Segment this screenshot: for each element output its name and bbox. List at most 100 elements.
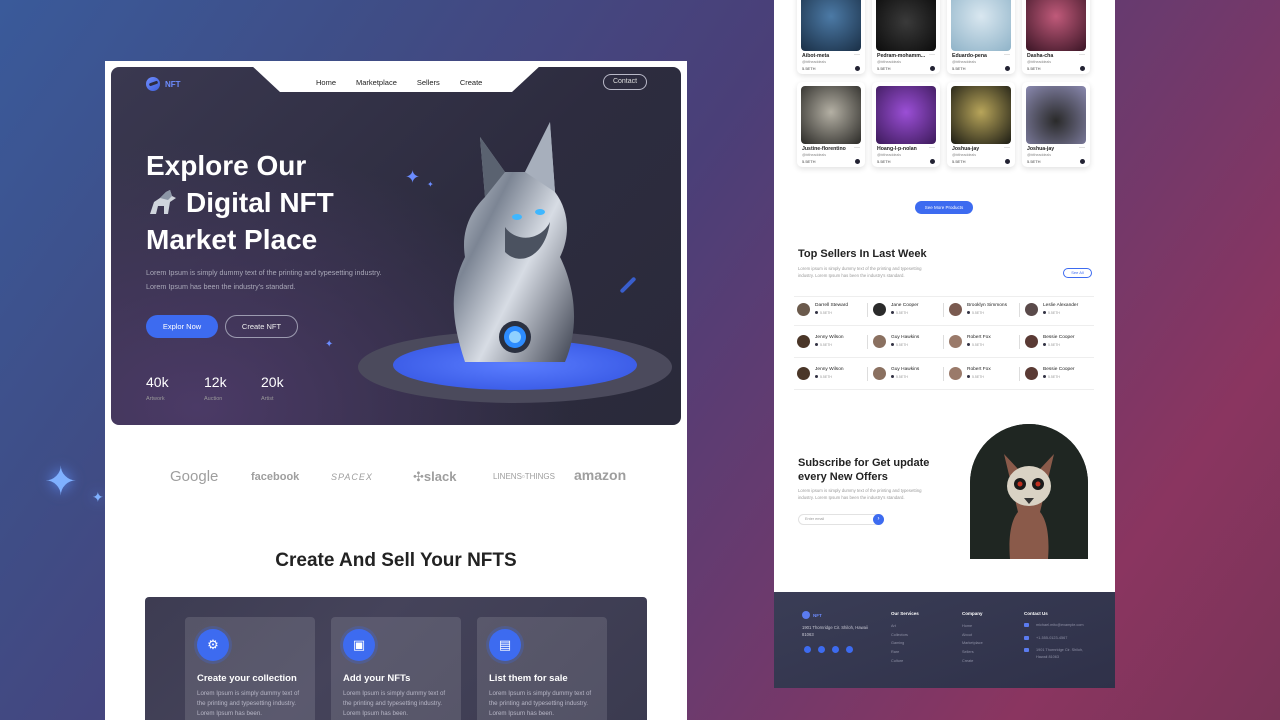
eth-icon [930,159,935,164]
seller-item[interactable]: Guy Hawkins 5.5ETH [873,364,948,384]
nft-image [1026,86,1086,144]
create-nft-button[interactable]: Create NFT [225,315,298,338]
footer-location: 1901 Thornridge Cir. Shiloh, Hawaii 8106… [1024,647,1094,660]
step-card-list-for-sale[interactable]: ▤ List them for sale Lorem Ipsum is simp… [477,617,607,720]
see-all-button[interactable]: See All [1063,268,1092,278]
divider [867,367,868,381]
nft-card[interactable]: Joshua-jay ··· @bitheaddeals 5.5ETH [1022,82,1090,167]
nav-create[interactable]: Create [460,78,483,87]
nft-card[interactable]: Justine-florentino ··· @bitheaddeals 5.5E… [797,82,865,167]
stat-label: Artist [261,396,274,402]
nft-card[interactable]: Aibot-meta ··· @bitheaddeals 5.5ETH [797,0,865,74]
seller-item[interactable]: Guy Hawkins 5.5ETH [873,332,948,352]
nft-handle: @bitheaddeals [952,60,977,64]
more-options-icon[interactable]: ··· [929,145,935,151]
step-card-title: List them for sale [489,673,568,684]
seller-item[interactable]: Darrell Steward 5.5ETH [797,300,872,320]
more-options-icon[interactable]: ··· [1079,145,1085,151]
hero-title-line: Explore Our [146,150,307,181]
seller-eth: 5.5ETH [1043,311,1060,315]
logo-text: NFT [165,79,181,89]
more-options-icon[interactable]: ··· [854,145,860,151]
seller-name: Brooklyn Simmons [967,303,1007,308]
footer-column-title: Company [962,611,983,616]
divider [1019,335,1020,349]
footer-link[interactable]: Sellers [962,648,983,657]
nft-image [951,86,1011,144]
nav-marketplace[interactable]: Marketplace [356,78,397,87]
footer-link[interactable]: Create [962,657,983,666]
seller-item[interactable]: Jenny Wilson 5.5ETH [797,332,872,352]
seller-item[interactable]: Robert Fox 5.5ETH [949,364,1024,384]
nft-handle: @bitheaddeals [1027,153,1052,157]
more-options-icon[interactable]: ··· [929,52,935,58]
footer-email[interactable]: michael.mitc@example.com [1024,622,1094,629]
footer-link[interactable]: Home [962,622,983,631]
image-add-icon: ▣ [343,629,375,661]
seller-item[interactable]: Bessie Cooper 5.5ETH [1025,332,1100,352]
step-card-title: Add your NFTs [343,673,411,684]
nft-card[interactable]: Joshua-jay ··· @bitheaddeals 5.5ETH [947,82,1015,167]
footer-phone[interactable]: +1-555-0123-4567 [1024,635,1094,642]
more-options-icon[interactable]: ··· [1004,52,1010,58]
nft-price: 5.5ETH [802,159,816,164]
step-card-collection[interactable]: ⚙ Create your collection Lorem Ipsum is … [185,617,315,720]
logo-icon [802,611,810,619]
see-more-products-button[interactable]: See More Products [915,201,973,214]
nav-home[interactable]: Home [316,78,336,87]
nft-name: Eduardo-pena [952,53,987,59]
google-logo: Google [170,468,219,485]
nft-name: Pedram-mohamm... [877,53,926,59]
divider [867,335,868,349]
nft-card[interactable]: Dasha-cha ··· @bitheaddeals 5.5ETH [1022,0,1090,74]
seller-name: Guy Hawkins [891,335,920,340]
collection-icon: ⚙ [197,629,229,661]
slack-icon: ✣ [413,469,424,484]
seller-item[interactable]: Robert Fox 5.5ETH [949,332,1024,352]
footer-link[interactable]: Art [891,622,919,631]
twitter-icon[interactable] [818,646,825,653]
arrow-right-icon[interactable]: › [873,514,884,525]
steps-panel: ⚙ Create your collection Lorem Ipsum is … [145,597,647,720]
top-sellers-subtitle: Lorem ipsum is simply dummy text of the … [798,266,922,278]
nft-card[interactable]: Hoang-l-p-nolan ··· @bitheaddeals 5.5ETH [872,82,940,167]
seller-item[interactable]: Jane Cooper 5.5ETH [873,300,948,320]
brand-logo[interactable]: NFT [146,77,181,91]
seller-item[interactable]: Jenny Wilson 5.5ETH [797,364,872,384]
more-options-icon[interactable]: ··· [854,52,860,58]
facebook-icon[interactable] [804,646,811,653]
explore-now-button[interactable]: Explor Now [146,315,218,338]
more-options-icon[interactable]: ··· [1079,52,1085,58]
contact-button[interactable]: Contact [603,74,647,90]
footer-logo[interactable]: NFT [802,611,822,619]
nav-sellers[interactable]: Sellers [417,78,440,87]
footer: NFT 1901 Thornridge Cir. Shiloh, Hawaii … [774,592,1115,688]
seller-item[interactable]: Leslie Alexander 5.5ETH [1025,300,1100,320]
footer-link[interactable]: Culture [891,657,919,666]
instagram-icon[interactable] [846,646,853,653]
stat-label: Auction [204,396,223,402]
seller-item[interactable]: Bessie Cooper 5.5ETH [1025,364,1100,384]
footer-link[interactable]: About [962,631,983,640]
email-input[interactable]: Enter email › [798,514,884,525]
seller-name: Bessie Cooper [1043,367,1075,372]
seller-item[interactable]: Brooklyn Simmons 5.5ETH [949,300,1024,320]
linkedin-icon[interactable] [832,646,839,653]
nft-card[interactable]: Eduardo-pena ··· @bitheaddeals 5.5ETH [947,0,1015,74]
footer-link[interactable]: Rare [891,648,919,657]
nft-card[interactable]: Pedram-mohamm... ··· @bitheaddeals 5.5ETH [872,0,940,74]
step-card-text: Lorem Ipsum is simply dummy text of the … [343,690,446,717]
avatar [949,303,962,316]
more-options-icon[interactable]: ··· [1004,145,1010,151]
footer-link[interactable]: Gaming [891,639,919,648]
footer-link[interactable]: Collectors [891,631,919,640]
nft-name: Hoang-l-p-nolan [877,146,917,152]
step-card-add-nfts[interactable]: ▣ Add your NFTs Lorem Ipsum is simply du… [331,617,461,720]
sparkle-icon: ✦ [325,339,334,350]
seller-name: Jenny Wilson [815,335,844,340]
nft-image [951,0,1011,51]
footer-link[interactable]: Marketplace [962,639,983,648]
avatar [949,335,962,348]
seller-eth: 5.5ETH [891,375,908,379]
avatar [797,367,810,380]
